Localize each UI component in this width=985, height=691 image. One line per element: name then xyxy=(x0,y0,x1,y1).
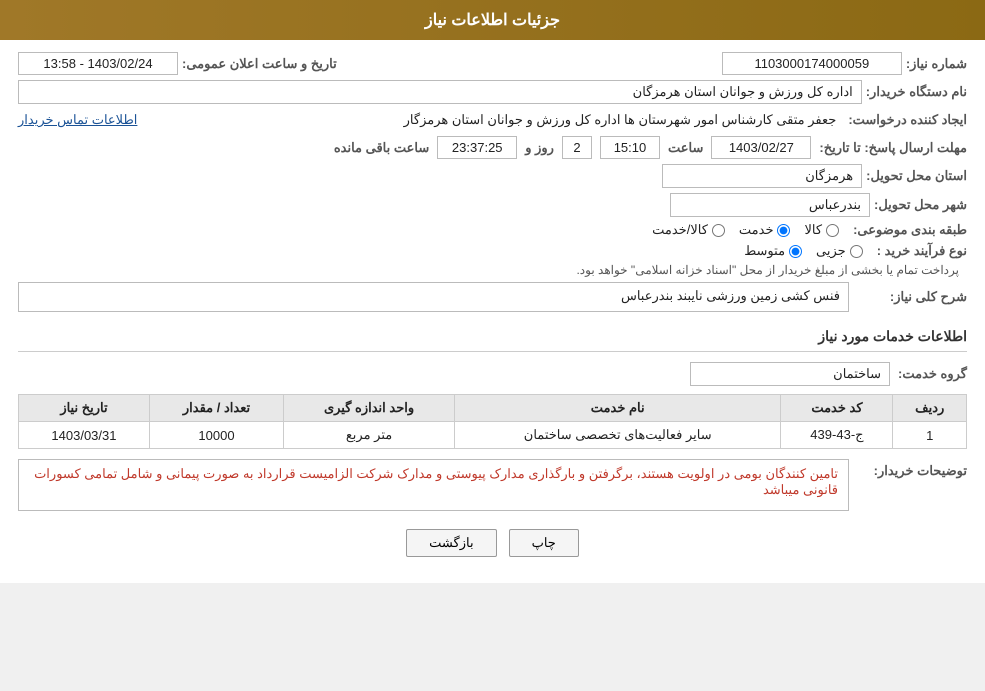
page-wrapper: جزئیات اطلاعات نیاز شماره نیاز: 11030001… xyxy=(0,0,985,583)
pair-shomara: شماره نیاز: 1103000174000059 xyxy=(722,52,967,75)
cell-vahed: متر مربع xyxy=(284,422,455,449)
pair-ostan: استان محل تحویل: هرمزگان xyxy=(18,164,967,188)
radio-jozvi-input[interactable] xyxy=(850,245,863,258)
row-sharh: شرح کلی نیاز: فنس کشی زمین ورزشی نایبند … xyxy=(18,282,967,312)
farayand-note: پرداخت تمام یا بخشی از مبلغ خریدار از مح… xyxy=(576,263,967,277)
table-head: ردیف کد خدمت نام خدمت واحد اندازه گیری ت… xyxy=(19,395,967,422)
ostan-label: استان محل تحویل: xyxy=(866,168,967,184)
sharh-inner: شرح کلی نیاز: فنس کشی زمین ورزشی نایبند … xyxy=(18,282,967,312)
baqi-label: ساعت باقی مانده xyxy=(334,140,429,156)
sharh-label-cell: شرح کلی نیاز: xyxy=(857,289,967,305)
mohlat-date-value: 1403/02/27 xyxy=(711,136,811,159)
cell-kod: ج-43-439 xyxy=(781,422,893,449)
cell-name: سایر فعالیت‌های تخصصی ساختمان xyxy=(454,422,780,449)
shahr-label: شهر محل تحویل: xyxy=(874,197,967,213)
table-header-row: ردیف کد خدمت نام خدمت واحد اندازه گیری ت… xyxy=(19,395,967,422)
row-tozihat: توضیحات خریدار: تامین کنندگان بومی در او… xyxy=(18,459,967,511)
bazgasht-button[interactable]: بازگشت xyxy=(406,529,496,557)
cell-tedad: 10000 xyxy=(149,422,283,449)
ijad-value: جعفر متقی کارشناس امور شهرستان ها اداره … xyxy=(149,109,844,131)
tozihat-label-cell: توضیحات خریدار: xyxy=(857,459,967,479)
pair-shahr: شهر محل تحویل: بندرعباس xyxy=(18,193,967,217)
section2-title: اطلاعات خدمات مورد نیاز xyxy=(18,328,967,352)
tozihat-value: تامین کنندگان بومی در اولویت هستند، برگر… xyxy=(18,459,849,511)
radio-jozvi: جزیی xyxy=(816,243,863,259)
row-shahr: شهر محل تحویل: بندرعباس xyxy=(18,193,967,217)
radio-kala-khedmat: کالا/خدمت xyxy=(652,222,725,238)
col-vahed: واحد اندازه گیری xyxy=(284,395,455,422)
radio-khedmat-label: خدمت xyxy=(739,222,774,238)
pair-tabaqe: طبقه بندی موضوعی: کالا خدمت کالا/خدمت xyxy=(652,222,967,238)
sharh-value: فنس کشی زمین ورزشی نایبند بندرعباس xyxy=(18,282,849,312)
radio-kala-khedmat-label: کالا/خدمت xyxy=(652,222,708,238)
row-ijad: ایجاد کننده درخواست: جعفر متقی کارشناس ا… xyxy=(18,109,967,131)
page-title: جزئیات اطلاعات نیاز xyxy=(425,12,560,29)
page-header: جزئیات اطلاعات نیاز xyxy=(0,0,985,40)
row-ostan: استان محل تحویل: هرمزگان xyxy=(18,164,967,188)
radio-kala-khedmat-input[interactable] xyxy=(712,224,725,237)
mohlat-baqi-value: 23:37:25 xyxy=(437,136,517,159)
mohlat-label: مهلت ارسال پاسخ: تا تاریخ: xyxy=(819,140,967,156)
shahr-value: بندرعباس xyxy=(670,193,870,217)
pair-tarikh: تاریخ و ساعت اعلان عمومی: 1403/02/24 - 1… xyxy=(18,52,337,75)
radio-motavaset-input[interactable] xyxy=(789,245,802,258)
col-tedad: تعداد / مقدار xyxy=(149,395,283,422)
sharh-section: شرح کلی نیاز: فنس کشی زمین ورزشی نایبند … xyxy=(18,282,967,312)
row-dastgah: نام دستگاه خریدار: اداره کل ورزش و جوانا… xyxy=(18,80,967,104)
mohlat-roz-value: 2 xyxy=(562,136,592,159)
services-table: ردیف کد خدمت نام خدمت واحد اندازه گیری ت… xyxy=(18,394,967,449)
button-row: چاپ بازگشت xyxy=(18,529,967,557)
radio-motavaset-label: متوسط xyxy=(744,243,785,259)
pair-farayand: نوع فرآیند خرید : جزیی متوسط xyxy=(744,243,967,259)
col-radif: ردیف xyxy=(893,395,967,422)
radio-kala-input[interactable] xyxy=(826,224,839,237)
col-name: نام خدمت xyxy=(454,395,780,422)
dastgah-label: نام دستگاه خریدار: xyxy=(866,84,967,100)
row-gorohe: گروه خدمت: ساختمان xyxy=(18,362,967,386)
radio-khedmat: خدمت xyxy=(739,222,791,238)
pair-ijad: ایجاد کننده درخواست: جعفر متقی کارشناس ا… xyxy=(18,109,967,131)
radio-kala: کالا xyxy=(804,222,839,238)
farayand-label: نوع فرآیند خرید : xyxy=(877,243,967,259)
row-farayand: نوع فرآیند خرید : جزیی متوسط پرداخت تمام… xyxy=(18,243,967,277)
tarikh-value: 1403/02/24 - 13:58 xyxy=(18,52,178,75)
col-tarikh: تاریخ نیاز xyxy=(19,395,150,422)
shomara-label: شماره نیاز: xyxy=(906,56,967,72)
cell-radif: 1 xyxy=(893,422,967,449)
ostan-value: هرمزگان xyxy=(662,164,862,188)
roz-label: روز و xyxy=(525,140,554,156)
row-tabaqe: طبقه بندی موضوعی: کالا خدمت کالا/خدمت xyxy=(18,222,967,238)
pair-mohlat: مهلت ارسال پاسخ: تا تاریخ: 1403/02/27 سا… xyxy=(334,136,967,159)
row-shomara: شماره نیاز: 1103000174000059 تاریخ و ساع… xyxy=(18,52,967,75)
dastgah-value: اداره کل ورزش و جوانان استان هرمزگان xyxy=(18,80,862,104)
row-mohlat: مهلت ارسال پاسخ: تا تاریخ: 1403/02/27 سا… xyxy=(18,136,967,159)
ijad-label: ایجاد کننده درخواست: xyxy=(848,112,967,128)
radio-kala-label: کالا xyxy=(804,222,822,238)
saat-label: ساعت xyxy=(668,140,703,156)
table-row: 1 ج-43-439 سایر فعالیت‌های تخصصی ساختمان… xyxy=(19,422,967,449)
tozihat-label: توضیحات خریدار: xyxy=(874,463,967,478)
tabaqe-label: طبقه بندی موضوعی: xyxy=(853,222,967,238)
farayand-radio-group: جزیی متوسط xyxy=(744,243,863,259)
tabaqe-radio-group: کالا خدمت کالا/خدمت xyxy=(652,222,839,238)
mohlat-saat-value: 15:10 xyxy=(600,136,660,159)
cell-tarikh: 1403/03/31 xyxy=(19,422,150,449)
radio-jozvi-label: جزیی xyxy=(816,243,846,259)
shomara-value: 1103000174000059 xyxy=(722,52,902,75)
radio-khedmat-input[interactable] xyxy=(777,224,790,237)
chap-button[interactable]: چاپ xyxy=(509,529,579,557)
gorohe-value: ساختمان xyxy=(690,362,890,386)
content-area: شماره نیاز: 1103000174000059 تاریخ و ساع… xyxy=(0,40,985,583)
sharh-label: شرح کلی نیاز: xyxy=(890,289,967,304)
table-body: 1 ج-43-439 سایر فعالیت‌های تخصصی ساختمان… xyxy=(19,422,967,449)
gorohe-label: گروه خدمت: xyxy=(898,366,967,382)
tarikh-label: تاریخ و ساعت اعلان عمومی: xyxy=(182,56,337,72)
radio-motavaset: متوسط xyxy=(744,243,802,259)
col-kod: کد خدمت xyxy=(781,395,893,422)
ettelaat-tamas-link[interactable]: اطلاعات تماس خریدار xyxy=(18,112,137,128)
pair-dastgah: نام دستگاه خریدار: اداره کل ورزش و جوانا… xyxy=(18,80,967,104)
